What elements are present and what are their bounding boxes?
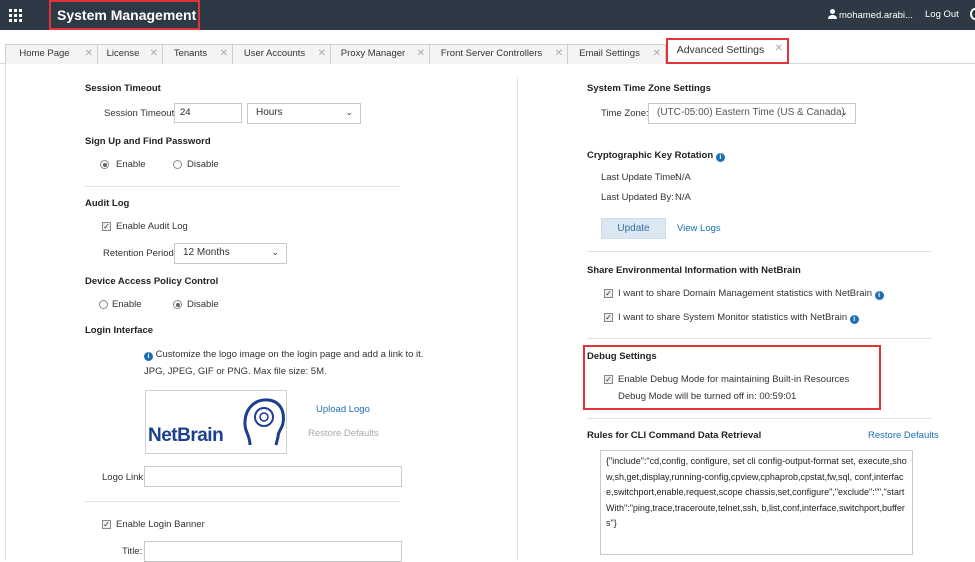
retention-period-select[interactable]: 12 Months ⌄ — [174, 243, 287, 264]
share-domain-checkbox[interactable]: ✓ — [604, 289, 613, 298]
brain-head-icon — [243, 398, 285, 446]
logo-hint: i Customize the logo image on the login … — [144, 349, 423, 361]
enable-audit-log-label: Enable Audit Log — [116, 221, 188, 232]
signup-disable-label: Disable — [187, 159, 219, 170]
device-disable-radio[interactable] — [173, 300, 182, 309]
tab-home-page[interactable]: Home Page ✕ — [5, 44, 98, 64]
info-icon: i — [715, 153, 725, 162]
tab-proxy-manager[interactable]: Proxy Manager ✕ — [330, 44, 430, 64]
enable-login-banner-label: Enable Login Banner — [116, 519, 205, 530]
user-icon — [828, 9, 837, 19]
close-icon[interactable]: ✕ — [150, 48, 158, 59]
update-button[interactable]: Update — [601, 218, 666, 239]
enable-debug-checkbox[interactable]: ✓ — [604, 375, 613, 384]
debug-countdown: Debug Mode will be turned off in: 00:59:… — [618, 391, 797, 402]
device-enable-label: Enable — [112, 299, 142, 310]
share-monitor-label: I want to share System Monitor statistic… — [618, 312, 859, 324]
cli-restore-defaults-link[interactable]: Restore Defaults — [868, 430, 939, 441]
user-menu[interactable]: mohamed.arabi... — [828, 9, 913, 21]
tab-tenants[interactable]: Tenants ✕ — [162, 44, 233, 64]
tab-front-server-controllers[interactable]: Front Server Controllers ✕ — [429, 44, 568, 64]
last-update-value: N/A — [675, 172, 691, 183]
netbrain-logo: NetBrain — [148, 425, 224, 446]
logo-link-label: Logo Link: — [102, 472, 146, 483]
user-name: mohamed.arabi... — [839, 10, 913, 21]
close-icon[interactable]: ✕ — [417, 48, 425, 59]
top-bar: System Management mohamed.arabi... Log O… — [0, 0, 975, 30]
info-icon: i — [849, 315, 859, 324]
logo-restore-defaults-link[interactable]: Restore Defaults — [308, 428, 379, 439]
debug-settings-heading: Debug Settings — [587, 351, 657, 362]
device-access-heading: Device Access Policy Control — [85, 276, 219, 287]
chevron-down-icon: ⌄ — [345, 107, 353, 117]
signup-enable-label: Enable — [116, 159, 146, 170]
banner-title-input[interactable] — [144, 541, 402, 562]
separator — [85, 501, 400, 502]
updated-by-value: N/A — [675, 192, 691, 203]
logout-link[interactable]: Log Out — [925, 9, 959, 20]
column-divider — [517, 78, 518, 561]
logo-format-hint: JPG, JPEG, GIF or PNG. Max file size: 5M… — [144, 366, 327, 377]
timezone-select[interactable]: (UTC-05:00) Eastern Time (US & Canada) ⌄ — [648, 103, 856, 124]
share-domain-label: I want to share Domain Management statis… — [618, 288, 884, 300]
enable-login-banner-checkbox[interactable]: ✓ — [102, 520, 111, 529]
close-icon[interactable]: ✕ — [653, 48, 661, 59]
chevron-down-icon: ⌄ — [840, 107, 848, 117]
session-timeout-heading: Session Timeout — [85, 83, 161, 94]
app-title: System Management — [49, 0, 200, 30]
view-logs-link[interactable]: View Logs — [677, 223, 721, 234]
tab-bar: Home Page ✕ License ✕ Tenants ✕ User Accoun… — [0, 30, 975, 64]
enable-debug-label: Enable Debug Mode for maintaining Built-… — [618, 374, 850, 385]
banner-title-label: Title: — [122, 546, 143, 557]
retention-period-label: Retention Period: — [103, 248, 177, 259]
help-icon[interactable] — [970, 8, 975, 20]
cli-rules-heading: Rules for CLI Command Data Retrieval — [587, 430, 762, 441]
session-timeout-input[interactable]: 24 — [174, 103, 242, 123]
login-interface-heading: Login Interface — [85, 325, 154, 336]
close-icon[interactable]: ✕ — [318, 48, 326, 59]
separator — [587, 338, 932, 339]
updated-by-label: Last Updated By: — [601, 192, 674, 203]
close-icon[interactable]: ✕ — [220, 48, 228, 59]
timezone-label: Time Zone: — [601, 108, 649, 119]
tab-user-accounts[interactable]: User Accounts ✕ — [232, 44, 331, 64]
content-border — [5, 64, 6, 561]
tab-license[interactable]: License ✕ — [97, 44, 163, 64]
info-icon: i — [144, 352, 153, 361]
close-icon[interactable]: ✕ — [555, 48, 563, 59]
enable-audit-log-checkbox[interactable]: ✓ — [102, 222, 111, 231]
upload-logo-link[interactable]: Upload Logo — [316, 404, 370, 415]
close-icon[interactable]: ✕ — [775, 43, 783, 54]
cli-rules-textarea[interactable]: {"include":"cd,config, configure, set cl… — [600, 450, 913, 555]
apps-grid-icon[interactable] — [9, 9, 22, 22]
chevron-down-icon: ⌄ — [271, 247, 279, 257]
separator — [85, 186, 400, 187]
session-timeout-label: Session Timeout: — [104, 108, 177, 119]
info-icon: i — [874, 291, 884, 300]
signup-enable-radio[interactable] — [100, 160, 109, 169]
tab-email-settings[interactable]: Email Settings ✕ — [567, 44, 666, 64]
logo-link-input[interactable] — [144, 466, 402, 487]
crypto-heading: Cryptographic Key Rotation i — [587, 150, 725, 162]
close-icon[interactable]: ✕ — [85, 48, 93, 59]
share-monitor-checkbox[interactable]: ✓ — [604, 313, 613, 322]
separator — [587, 418, 932, 419]
device-enable-radio[interactable] — [99, 300, 108, 309]
audit-log-heading: Audit Log — [85, 198, 130, 209]
session-timeout-unit-select[interactable]: Hours ⌄ — [247, 103, 361, 124]
last-update-label: Last Update Time: — [601, 172, 679, 183]
tab-advanced-settings[interactable]: Advanced Settings ✕ — [666, 38, 789, 64]
device-disable-label: Disable — [187, 299, 219, 310]
share-heading: Share Environmental Information with Net… — [587, 265, 801, 276]
logo-preview: NetBrain — [145, 390, 287, 454]
signup-disable-radio[interactable] — [173, 160, 182, 169]
separator — [587, 251, 932, 252]
signup-heading: Sign Up and Find Password — [85, 136, 211, 147]
timezone-heading: System Time Zone Settings — [587, 83, 711, 94]
